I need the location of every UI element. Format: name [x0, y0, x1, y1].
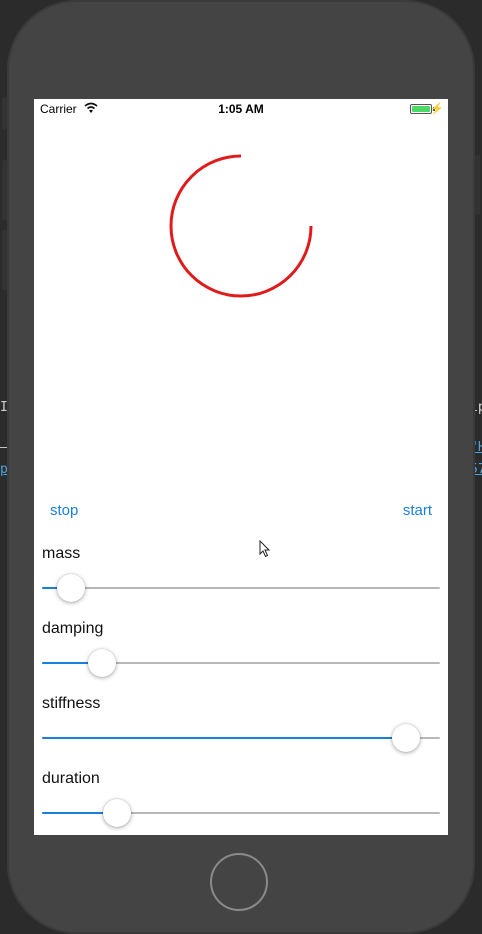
power-button	[475, 155, 480, 215]
slider-thumb[interactable]	[103, 799, 132, 827]
home-button[interactable]	[210, 853, 268, 911]
slider-thumb[interactable]	[391, 724, 420, 752]
stiffness-label: stiffness	[42, 695, 101, 712]
mass-slider[interactable]	[42, 574, 440, 602]
volume-down-button	[2, 230, 7, 290]
slider-track	[42, 587, 440, 589]
duration-slider[interactable]	[42, 799, 440, 827]
mute-switch	[2, 97, 7, 129]
damping-label: damping	[42, 620, 104, 637]
stop-button[interactable]: stop	[50, 502, 78, 519]
mass-label: mass	[42, 545, 81, 562]
spinner-arc	[169, 154, 313, 298]
damping-slider[interactable]	[42, 649, 440, 677]
mouse-cursor-icon	[259, 540, 271, 558]
slider-thumb[interactable]	[56, 574, 85, 602]
duration-label: duration	[42, 770, 100, 787]
stiffness-slider[interactable]	[42, 724, 440, 752]
volume-up-button	[2, 160, 7, 220]
app-screen: Carrier 1:05 AM ⚡ stop start mass dampin…	[34, 99, 448, 835]
spinner-ring	[169, 154, 313, 298]
slider-fill	[42, 737, 406, 739]
slider-thumb[interactable]	[88, 649, 117, 677]
start-button[interactable]: start	[403, 502, 432, 519]
